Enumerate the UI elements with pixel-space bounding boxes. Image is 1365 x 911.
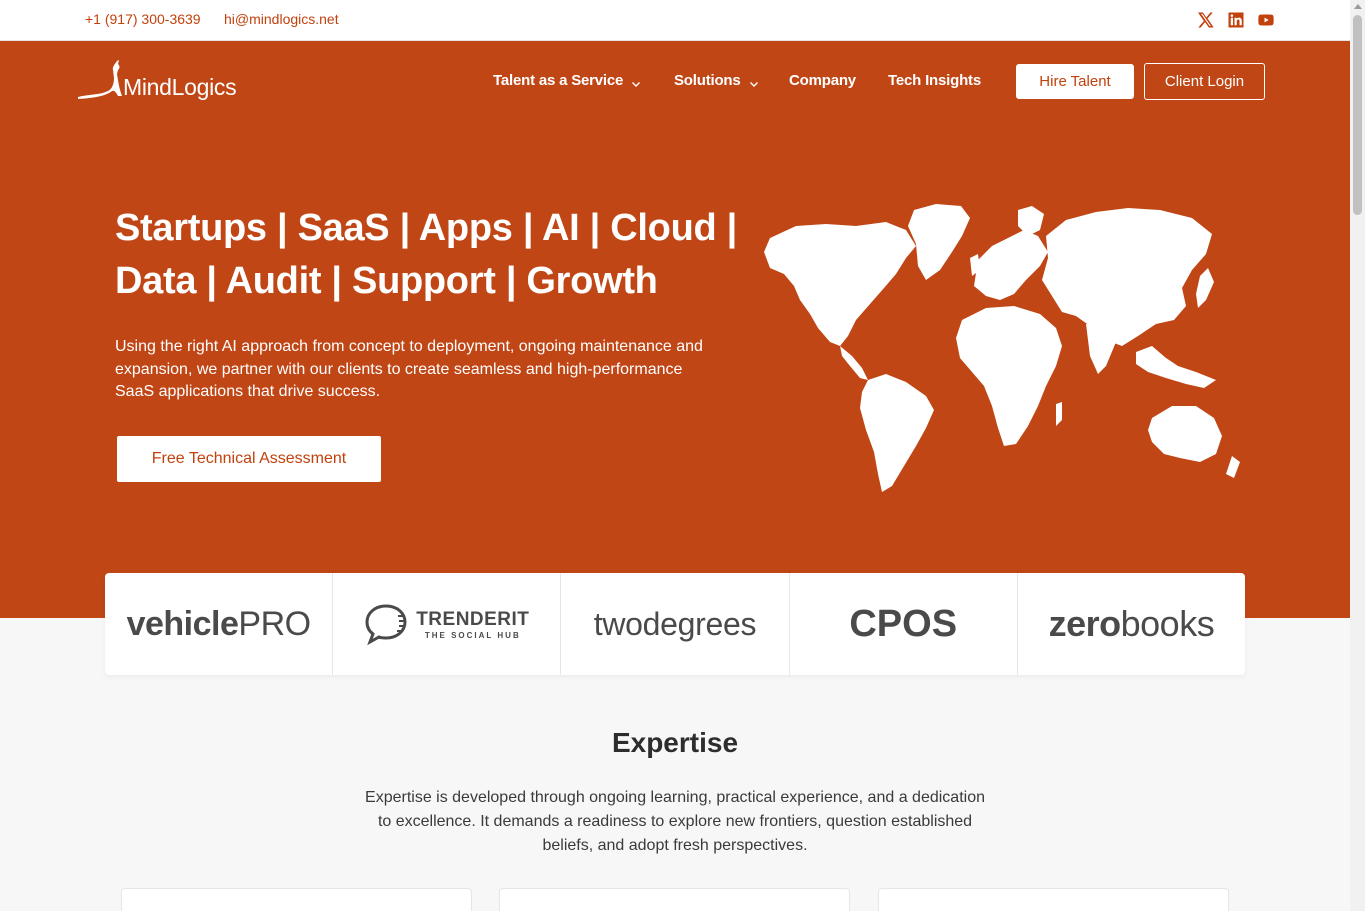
logo-text: zero xyxy=(1048,603,1122,644)
nav-solutions[interactable]: Solutions xyxy=(674,72,759,89)
nav-label: Talent as a Service xyxy=(493,72,624,89)
client-logo-trenderit: TRENDERIT THE SOCIAL HUB xyxy=(333,573,562,675)
world-map-image xyxy=(764,204,1240,492)
hero-title: Startups | SaaS | Apps | AI | Cloud | Da… xyxy=(115,202,755,308)
x-icon[interactable] xyxy=(1197,11,1215,29)
logo-text: twodegrees xyxy=(593,605,757,642)
free-assessment-button[interactable]: Free Technical Assessment xyxy=(117,436,381,482)
logo-text: CPOS xyxy=(849,602,958,645)
hire-talent-button[interactable]: Hire Talent xyxy=(1016,64,1134,99)
top-contact-bar: +1 (917) 300-3639 hi@mindlogics.net xyxy=(0,0,1350,41)
youtube-icon[interactable] xyxy=(1257,11,1275,29)
logo-text: vehicle xyxy=(126,604,239,643)
chevron-down-icon xyxy=(631,76,641,87)
nav-label: Solutions xyxy=(674,72,741,89)
phone-link[interactable]: +1 (917) 300-3639 xyxy=(85,11,201,27)
nav-label: Tech Insights xyxy=(888,72,981,89)
chevron-down-icon xyxy=(749,76,759,87)
logo-text: PRO xyxy=(238,604,311,643)
expertise-description: Expertise is developed through ongoing l… xyxy=(365,789,985,854)
brand-logo[interactable]: MindLogics xyxy=(76,58,256,104)
chat-bubble-icon xyxy=(365,604,407,646)
hero-title-line: Startups | SaaS | Apps | AI | Cloud | xyxy=(115,207,737,249)
client-logos-strip: vehiclePRO TRENDERIT THE SOCIAL HUB twod… xyxy=(105,573,1245,675)
expertise-heading: Expertise xyxy=(611,727,739,758)
nav-label: Company xyxy=(789,72,856,89)
scroll-up-arrow-icon[interactable] xyxy=(1354,4,1362,9)
logo-text: books xyxy=(1120,603,1215,644)
email-link[interactable]: hi@mindlogics.net xyxy=(224,11,339,27)
linkedin-icon[interactable] xyxy=(1227,11,1245,29)
client-logo-cpos: CPOS xyxy=(790,573,1018,675)
nav-talent-as-a-service[interactable]: Talent as a Service xyxy=(493,72,641,89)
client-logo-twodegrees: twodegrees xyxy=(561,573,790,675)
client-logo-vehiclepro: vehiclePRO xyxy=(105,573,334,675)
expertise-card[interactable] xyxy=(499,888,850,911)
logo-text: TRENDERIT xyxy=(416,608,530,630)
hero-description: Using the right AI approach from concept… xyxy=(115,338,703,400)
expertise-card[interactable] xyxy=(878,888,1229,911)
expertise-card[interactable] xyxy=(121,888,472,911)
nav-tech-insights[interactable]: Tech Insights xyxy=(888,72,981,89)
hero-title-line: Data | Audit | Support | Growth xyxy=(115,260,658,302)
brand-name: MindLogics xyxy=(123,74,237,100)
scroll-thumb[interactable] xyxy=(1353,15,1362,215)
kangaroo-logo-icon xyxy=(78,60,122,99)
page-scrollbar[interactable] xyxy=(1350,0,1365,911)
logo-text: THE SOCIAL HUB xyxy=(424,630,521,640)
nav-company[interactable]: Company xyxy=(789,72,856,89)
client-login-button[interactable]: Client Login xyxy=(1144,63,1265,100)
client-logo-zerobooks: zerobooks xyxy=(1018,573,1245,675)
